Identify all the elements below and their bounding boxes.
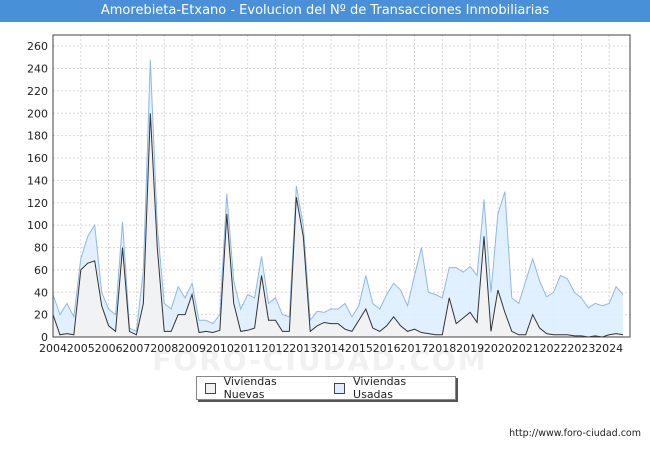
x-tick-label: 2019 xyxy=(456,342,484,355)
y-tick-label: 220 xyxy=(27,85,48,98)
legend-item-usadas: Viviendas Usadas xyxy=(334,375,445,401)
x-tick-label: 2021 xyxy=(512,342,540,355)
x-tick-label: 2024 xyxy=(595,342,623,355)
legend-label-usadas: Viviendas Usadas xyxy=(353,375,407,401)
x-tick-label: 2012 xyxy=(261,342,289,355)
y-tick-label: 200 xyxy=(27,107,48,120)
y-tick-label: 60 xyxy=(34,264,48,277)
x-tick-label: 2011 xyxy=(234,342,262,355)
x-tick-label: 2005 xyxy=(67,342,95,355)
x-tick-label: 2020 xyxy=(484,342,512,355)
x-tick-label: 2004 xyxy=(39,342,67,355)
y-tick-label: 180 xyxy=(27,130,48,143)
source-url: http://www.foro-ciudad.com xyxy=(509,428,641,439)
x-tick-label: 2023 xyxy=(567,342,595,355)
y-tick-label: 160 xyxy=(27,152,48,165)
y-tick-label: 260 xyxy=(27,40,48,53)
x-tick-label: 2013 xyxy=(289,342,317,355)
y-tick-label: 20 xyxy=(34,309,48,322)
x-tick-label: 2010 xyxy=(206,342,234,355)
legend-item-nuevas: Viviendas Nuevas xyxy=(205,375,316,401)
y-tick-label: 240 xyxy=(27,63,48,76)
x-tick-label: 2018 xyxy=(428,342,456,355)
x-tick-label: 2008 xyxy=(150,342,178,355)
y-tick-label: 120 xyxy=(27,197,48,210)
y-tick-label: 100 xyxy=(27,219,48,232)
y-tick-label: 80 xyxy=(34,242,48,255)
legend-label-nuevas: Viviendas Nuevas xyxy=(223,375,277,401)
x-tick-label: 2014 xyxy=(317,342,345,355)
chart-legend: Viviendas Nuevas Viviendas Usadas xyxy=(196,375,456,401)
y-tick-label: 140 xyxy=(27,174,48,187)
x-tick-label: 2022 xyxy=(540,342,568,355)
x-tick-label: 2015 xyxy=(345,342,373,355)
x-tick-label: 2009 xyxy=(178,342,206,355)
legend-swatch-nuevas xyxy=(205,382,216,394)
y-tick-label: 40 xyxy=(34,286,48,299)
legend-swatch-usadas xyxy=(334,382,346,394)
x-tick-label: 2017 xyxy=(400,342,428,355)
x-tick-label: 2007 xyxy=(122,342,150,355)
x-tick-label: 2006 xyxy=(95,342,123,355)
x-tick-label: 2016 xyxy=(373,342,401,355)
